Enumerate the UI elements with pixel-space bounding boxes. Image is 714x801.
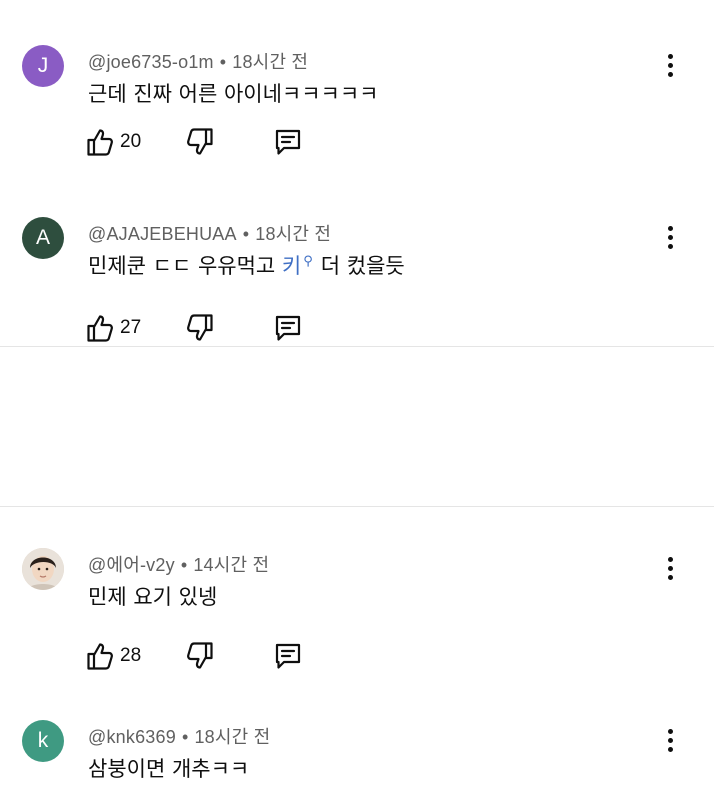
separator: • [219,52,227,72]
more-vert-icon [667,556,673,580]
like-button[interactable]: 20 [86,127,141,157]
comment-text: 삼붕이면 개추ㅋㅋ [88,757,250,781]
timestamp[interactable]: 18시간 전 [232,52,308,72]
search-link[interactable]: 키 [282,254,301,278]
more-options-button[interactable] [658,722,682,758]
like-button[interactable]: 27 [86,313,141,343]
thumbs-up-icon [87,129,113,156]
more-options-button[interactable] [658,47,682,83]
timestamp[interactable]: 14시간 전 [193,555,269,575]
reply-button[interactable] [273,313,303,343]
author-handle[interactable]: @joe6735-o1m [88,52,214,72]
profile-photo [22,548,64,590]
thumbs-up-icon [87,315,113,342]
separator: • [181,727,189,747]
dislike-button[interactable] [186,127,214,157]
thumbs-down-icon [187,642,213,669]
avatar[interactable]: A [22,217,64,259]
more-vert-icon [667,728,673,752]
more-options-button[interactable] [658,550,682,586]
avatar[interactable]: J [22,45,64,87]
reply-button[interactable] [273,127,303,157]
dislike-button[interactable] [186,641,214,671]
like-count: 27 [120,317,142,338]
thumbs-down-icon [187,128,213,155]
author-handle[interactable]: @에어-v2y [88,555,175,575]
comment-header: @knk6369 • 18시간 전 [88,723,270,749]
comment-text: 민제 요기 있넹 [88,585,218,609]
dislike-button[interactable] [186,313,214,343]
comment-header: @AJAJEBEHUAA • 18시간 전 [88,220,331,246]
avatar[interactable]: k [22,720,64,762]
divider [0,346,714,347]
reply-icon [275,129,301,155]
reply-icon [275,643,301,669]
like-count: 20 [120,131,142,152]
comment-text: 근데 진짜 어른 아이네ㅋㅋㅋㅋㅋ [88,82,379,106]
separator: • [180,555,188,575]
comment-text: 민제쿤 ㄷㄷ 우유먹고 키 ⚲ 더 컸을듯 [88,250,405,280]
timestamp[interactable]: 18시간 전 [255,224,331,244]
comment-header: @joe6735-o1m • 18시간 전 [88,48,308,74]
reply-icon [275,315,301,341]
timestamp[interactable]: 18시간 전 [194,727,270,747]
author-handle[interactable]: @knk6369 [88,727,176,747]
comment-text-part: 더 컸을듯 [320,254,405,278]
more-vert-icon [667,225,673,249]
thumbs-down-icon [187,314,213,341]
like-count: 28 [120,645,142,666]
more-vert-icon [667,53,673,77]
comment-header: @에어-v2y • 14시간 전 [88,551,269,577]
author-handle[interactable]: @AJAJEBEHUAA [88,224,237,244]
separator: • [242,224,250,244]
thumbs-up-icon [87,643,113,670]
reply-button[interactable] [273,641,303,671]
more-options-button[interactable] [658,219,682,255]
comment-text-part: 민제쿤 ㄷㄷ 우유먹고 [88,254,282,278]
search-icon: ⚲ [303,254,313,269]
divider [0,506,714,507]
like-button[interactable]: 28 [86,641,141,671]
avatar[interactable] [22,548,64,590]
